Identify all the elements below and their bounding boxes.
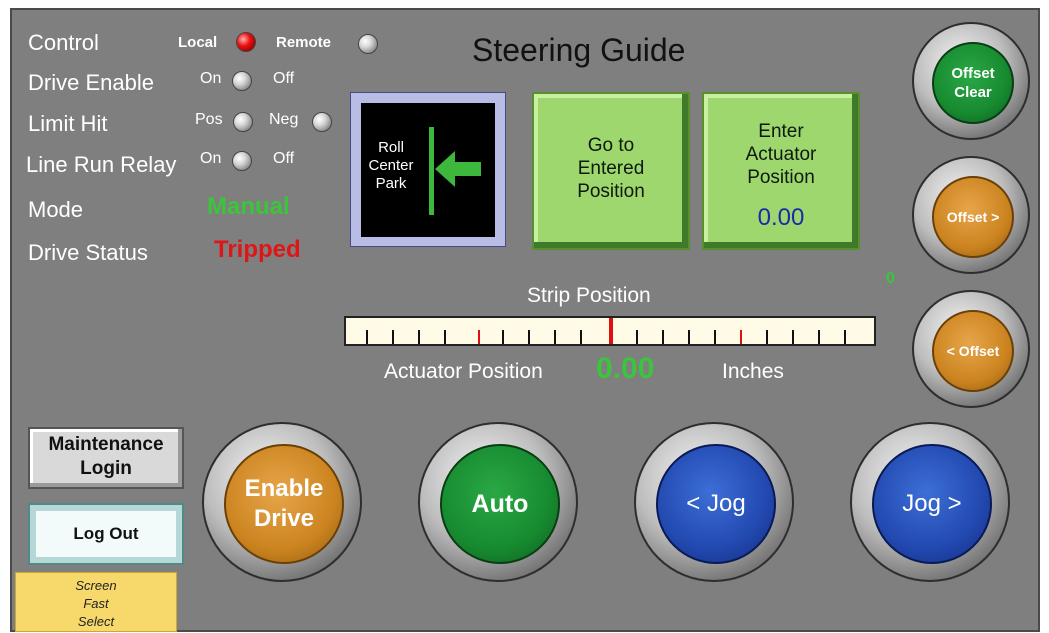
offset-right-button[interactable]: Offset >: [912, 156, 1030, 274]
offset-clear-line-1: Offset: [951, 65, 995, 82]
go-to-line-3: Position: [577, 181, 645, 202]
offset-left-button[interactable]: < Offset: [912, 290, 1030, 408]
roll-label-line-3: Park: [375, 175, 407, 192]
maintenance-login-button[interactable]: Maintenance Login: [28, 427, 184, 489]
drive-status-label: Drive Status: [28, 240, 148, 265]
go-to-label: Go to Entered Position: [534, 134, 688, 203]
center-line-icon: [429, 127, 434, 215]
drive-enable-label: Drive Enable: [28, 70, 154, 95]
scale-tick: [580, 330, 582, 344]
scale-center-marker: [609, 318, 613, 344]
scale-tick-marker: [478, 330, 480, 344]
fast-select-line-2: Fast: [83, 596, 109, 611]
remote-indicator-lamp: [358, 34, 378, 54]
local-label: Local: [178, 34, 218, 51]
limit-pos-label: Pos: [195, 111, 223, 128]
roll-center-park-display: Roll Center Park: [361, 103, 495, 237]
line-run-relay-label: Line Run Relay: [26, 152, 177, 177]
fast-select-line-1: Screen: [75, 578, 117, 593]
actuator-units-label: Inches: [722, 360, 784, 383]
offset-value: 0: [886, 270, 895, 287]
scale-tick: [366, 330, 368, 344]
enable-drive-face: Enable Drive: [224, 444, 344, 564]
scale-tick: [714, 330, 716, 344]
scale-tick: [528, 330, 530, 344]
drive-enable-on-label: On: [200, 70, 222, 87]
offset-left-face: < Offset: [932, 310, 1014, 392]
remote-label: Remote: [276, 34, 332, 51]
log-out-button[interactable]: Log Out: [28, 503, 184, 565]
strip-position-scale: [344, 316, 876, 346]
scale-tick: [418, 330, 420, 344]
limit-neg-label: Neg: [269, 111, 299, 128]
enter-line-2: Actuator: [745, 144, 817, 165]
go-to-entered-position-button[interactable]: Go to Entered Position: [532, 92, 690, 250]
control-label: Control: [28, 30, 99, 55]
scale-tick-marker: [740, 330, 742, 344]
scale-tick: [766, 330, 768, 344]
auto-face: Auto: [440, 444, 560, 564]
enter-line-3: Position: [747, 167, 815, 188]
scale-tick: [662, 330, 664, 344]
jog-right-face: Jog >: [872, 444, 992, 564]
enable-drive-line-1: Enable: [244, 475, 324, 502]
scale-tick: [688, 330, 690, 344]
auto-button[interactable]: Auto: [418, 422, 578, 582]
actuator-position-value: 0.00: [596, 352, 655, 385]
enter-actuator-position-button[interactable]: Enter Actuator Position 0.00: [702, 92, 860, 250]
jog-left-face: < Jog: [656, 444, 776, 564]
enter-line-1: Enter: [758, 121, 804, 142]
enable-drive-button[interactable]: Enable Drive: [202, 422, 362, 582]
limit-pos-lamp: [233, 112, 253, 132]
line-run-lamp: [232, 151, 252, 171]
local-indicator-lamp: [236, 32, 256, 52]
maintenance-line-2: Login: [80, 458, 132, 479]
entered-position-value: 0.00: [757, 204, 805, 231]
go-to-line-2: Entered: [577, 158, 645, 179]
limit-neg-lamp: [312, 112, 332, 132]
offset-clear-button[interactable]: Offset Clear: [912, 22, 1030, 140]
maintenance-login-label: Maintenance Login: [30, 433, 182, 481]
scale-tick: [636, 330, 638, 344]
fast-select-label: Screen Fast Select: [16, 573, 176, 631]
fast-select-line-3: Select: [77, 614, 115, 629]
log-out-label: Log Out: [36, 511, 176, 557]
roll-center-park-label: Roll Center Park: [365, 139, 417, 193]
scale-tick: [792, 330, 794, 344]
go-to-line-1: Go to: [587, 135, 635, 156]
drive-status-value: Tripped: [214, 236, 301, 263]
page-title: Steering Guide: [472, 32, 686, 68]
scale-tick: [392, 330, 394, 344]
roll-label-line-1: Roll: [378, 139, 404, 156]
jog-right-button[interactable]: Jog >: [850, 422, 1010, 582]
offset-clear-line-2: Clear: [954, 84, 992, 101]
drive-enable-off-label: Off: [273, 70, 295, 87]
maintenance-line-1: Maintenance: [48, 434, 164, 455]
scale-tick: [444, 330, 446, 344]
enable-drive-line-2: Drive: [253, 505, 315, 532]
roll-label-line-2: Center: [368, 157, 414, 174]
scale-tick: [502, 330, 504, 344]
scale-tick: [844, 330, 846, 344]
left-arrow-icon: [435, 151, 481, 187]
mode-value: Manual: [207, 193, 290, 220]
drive-enable-lamp: [232, 71, 252, 91]
screen-fast-select-button[interactable]: Screen Fast Select: [15, 572, 177, 632]
scale-tick: [818, 330, 820, 344]
mode-label: Mode: [28, 197, 84, 222]
roll-center-park-button[interactable]: Roll Center Park: [350, 92, 506, 247]
line-run-off-label: Off: [273, 150, 295, 167]
strip-position-label: Strip Position: [527, 284, 651, 307]
scale-tick: [554, 330, 556, 344]
jog-left-button[interactable]: < Jog: [634, 422, 794, 582]
line-run-on-label: On: [200, 150, 222, 167]
limit-hit-label: Limit Hit: [28, 111, 108, 136]
actuator-position-label: Actuator Position: [384, 360, 543, 383]
enter-actuator-label: Enter Actuator Position: [704, 120, 858, 189]
offset-right-face: Offset >: [932, 176, 1014, 258]
offset-clear-face: Offset Clear: [932, 42, 1014, 124]
